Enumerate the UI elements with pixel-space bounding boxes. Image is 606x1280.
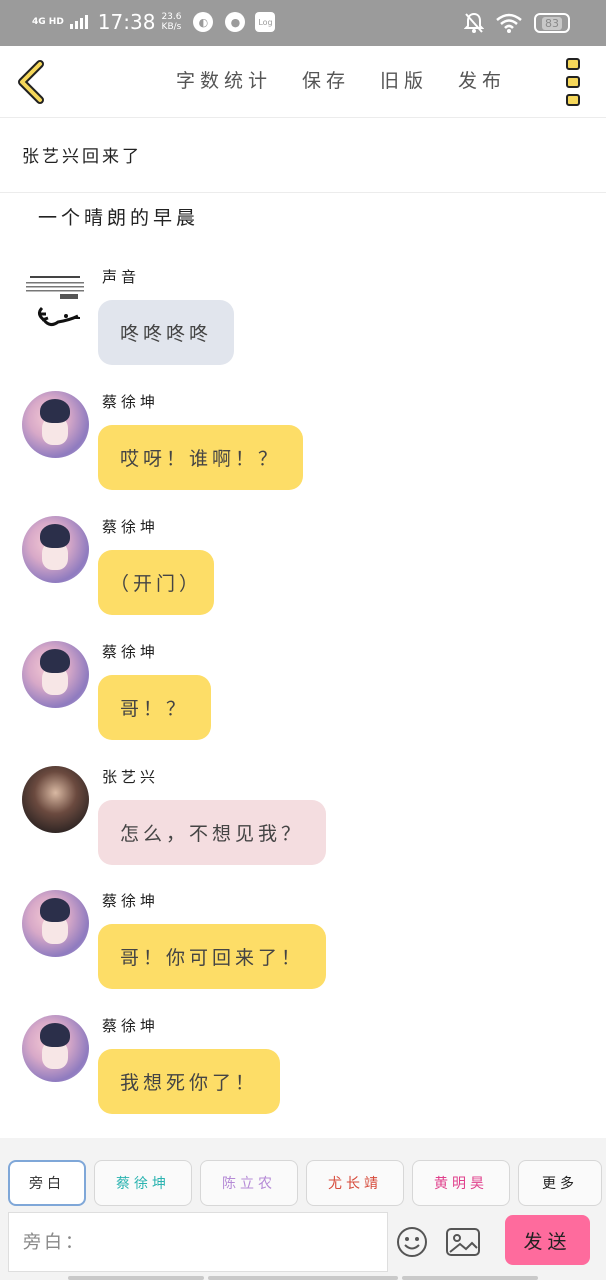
avatar [22,391,89,458]
message-bubble[interactable]: 哎呀！谁啊！？ [98,425,304,490]
scroll-indicator [208,1276,398,1280]
network-speed: 23.6 KB/s [161,12,181,32]
speed-unit: KB/s [161,22,182,32]
clock: 17:38 [97,10,156,34]
mute-icon [464,12,484,33]
avatar [22,516,89,583]
scroll-indicator [402,1276,538,1280]
sender-name: 蔡徐坤 [102,643,160,661]
word-count-button[interactable]: 字数统计 [176,66,272,93]
sender-name: 声音 [102,268,141,286]
message-bubble[interactable]: 哥！你可回来了！ [98,924,327,989]
role-narrator[interactable]: 旁白 [8,1160,86,1206]
sports-icon: ◐ [193,12,214,32]
role-character[interactable]: 蔡徐坤 [94,1160,192,1206]
message-bubble[interactable]: 怎么，不想见我？ [98,800,327,865]
sender-name: 蔡徐坤 [102,518,160,536]
message-bubble[interactable]: 哥！？ [98,675,212,740]
avatar [22,890,89,957]
signal-icon [69,15,88,29]
narration-text[interactable]: 一个晴朗的早晨 [38,203,199,230]
role-character[interactable]: 尤长靖 [306,1160,404,1206]
more-dot [566,76,580,88]
editor-toolbar: 字数统计 保存 旧版 发布 [0,46,606,118]
message-bubble[interactable]: 咚咚咚咚 [98,300,235,365]
chevron-left-icon [18,60,44,104]
sender-name: 蔡徐坤 [102,892,160,910]
sender-name: 张艺兴 [102,768,160,786]
battery-level: 83 [542,16,562,30]
message-input-box [8,1212,388,1272]
log-icon: Log [255,12,276,32]
avatar [22,1015,89,1082]
meme-avatar-icon [26,276,84,327]
role-character[interactable]: 黄明昊 [412,1160,510,1206]
story-title-row[interactable]: 张艺兴回来了 [0,118,606,193]
role-more-button[interactable]: 更多 [518,1160,602,1206]
avatar [22,641,89,708]
composer: 旁白 蔡徐坤 陈立农 尤长靖 黄明昊 更多 发送 [0,1138,606,1280]
image-icon[interactable] [446,1228,480,1256]
wifi-icon [496,13,522,33]
role-selector: 旁白 蔡徐坤 陈立农 尤长靖 黄明昊 更多 [8,1160,602,1206]
more-dot [566,58,580,70]
sender-name: 蔡徐坤 [102,1017,160,1035]
old-version-button[interactable]: 旧版 [380,66,428,93]
network-type: 4G HD [32,16,64,27]
speed-value: 23.6 [161,12,182,22]
story-title: 张艺兴回来了 [22,147,142,167]
more-menu-button[interactable] [566,58,582,106]
emoji-icon[interactable] [396,1226,428,1258]
message-bubble[interactable]: 我想死你了！ [98,1049,281,1114]
save-button[interactable]: 保存 [302,66,350,93]
role-character[interactable]: 陈立农 [200,1160,298,1206]
message-input[interactable] [9,1213,387,1271]
publish-button[interactable]: 发布 [458,66,506,93]
scroll-indicator [68,1276,204,1280]
sender-name: 蔡徐坤 [102,393,160,411]
status-bar: 4G HD 17:38 23.6 KB/s ◐ ● Log 83 [0,0,606,46]
battery-icon: 83 [534,13,570,33]
wechat-icon: ● [225,12,246,32]
message-bubble[interactable]: （开门） [98,550,215,615]
avatar [22,766,89,833]
back-button[interactable] [14,58,50,106]
avatar [22,268,89,335]
more-dot [566,94,580,106]
send-button[interactable]: 发送 [505,1215,590,1265]
